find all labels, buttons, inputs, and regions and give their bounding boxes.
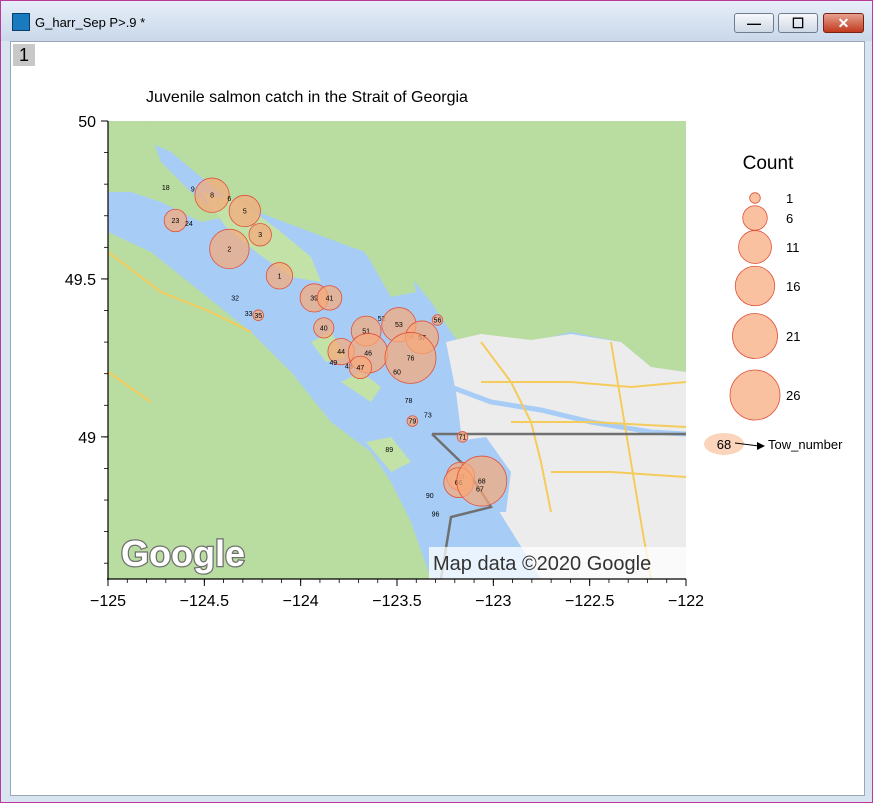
tow-label-35: 35 bbox=[254, 313, 262, 320]
x-tick-label: −123.5 bbox=[372, 593, 421, 610]
legend-bubble-26 bbox=[729, 369, 781, 421]
y-tick-label: 49 bbox=[78, 430, 96, 447]
tow-label-8: 8 bbox=[210, 193, 214, 200]
tow-key-label: Tow_number bbox=[768, 437, 843, 452]
legend-title: Count bbox=[743, 153, 794, 174]
tow-label-90: 90 bbox=[426, 493, 434, 500]
window-title: G_harr_Sep P>.9 * bbox=[35, 15, 146, 30]
x-tick-label: −124 bbox=[283, 593, 319, 610]
close-icon: ✕ bbox=[837, 15, 850, 31]
tow-label-44: 44 bbox=[337, 349, 345, 356]
tow-label-5: 5 bbox=[243, 209, 247, 216]
tow-label-6: 6 bbox=[227, 196, 231, 203]
tow-label-56: 56 bbox=[434, 317, 442, 324]
google-logo: Google bbox=[121, 533, 245, 574]
legend: Count161116212668 Tow_number bbox=[704, 153, 843, 455]
legend-bubble-21 bbox=[732, 313, 778, 359]
x-tick-label: −122 bbox=[668, 593, 704, 610]
x-tick-label: −123 bbox=[475, 593, 511, 610]
y-tick-label: 49.5 bbox=[65, 272, 96, 289]
graph-window-icon bbox=[12, 13, 30, 31]
x-tick-label: −125 bbox=[90, 593, 126, 610]
map-attribution: Map data ©2020 Google bbox=[433, 553, 651, 575]
tow-label-33: 33 bbox=[245, 311, 253, 318]
tow-label-60: 60 bbox=[393, 370, 401, 377]
x-tick-label: −122.5 bbox=[565, 593, 614, 610]
tow-label-41: 41 bbox=[326, 295, 334, 302]
minimize-button[interactable]: — bbox=[734, 13, 774, 33]
graph-page[interactable]: 1 Juvenile salmon catch in the Strait of… bbox=[10, 41, 865, 796]
graph-window: G_harr_Sep P>.9 * — ☐ ✕ 1 Juvenile salmo… bbox=[0, 0, 873, 803]
maximize-button[interactable]: ☐ bbox=[778, 13, 818, 33]
legend-label-26: 26 bbox=[786, 388, 800, 403]
tow-label-46: 46 bbox=[364, 351, 372, 358]
tow-key-arrowhead bbox=[757, 442, 765, 450]
tow-label-79: 79 bbox=[409, 419, 417, 426]
tow-key-sample: 68 bbox=[717, 437, 731, 452]
tow-label-53: 53 bbox=[395, 322, 403, 329]
minimize-icon: — bbox=[747, 15, 761, 31]
tow-label-3: 3 bbox=[258, 232, 262, 239]
tow-label-23: 23 bbox=[172, 218, 180, 225]
legend-label-16: 16 bbox=[786, 279, 800, 294]
tow-label-40: 40 bbox=[320, 325, 328, 332]
tow-label-32: 32 bbox=[231, 295, 239, 302]
bubble-map-chart[interactable]: Juvenile salmon catch in the Strait of G… bbox=[11, 42, 864, 795]
legend-bubble-1 bbox=[749, 192, 761, 204]
tow-label-2: 2 bbox=[227, 246, 231, 253]
legend-bubble-6 bbox=[742, 205, 768, 231]
tow-label-1: 1 bbox=[278, 273, 282, 280]
legend-bubble-11 bbox=[738, 230, 772, 264]
legend-label-21: 21 bbox=[786, 329, 800, 344]
tow-label-71: 71 bbox=[459, 434, 467, 441]
legend-label-1: 1 bbox=[786, 191, 793, 206]
tow-label-73: 73 bbox=[424, 412, 432, 419]
tow-label-9: 9 bbox=[191, 186, 195, 193]
layer-number-badge[interactable]: 1 bbox=[13, 44, 35, 66]
tow-label-76: 76 bbox=[407, 355, 415, 362]
tow-label-89: 89 bbox=[385, 447, 393, 454]
close-button[interactable]: ✕ bbox=[823, 13, 864, 33]
chart-title: Juvenile salmon catch in the Strait of G… bbox=[146, 89, 468, 106]
legend-label-6: 6 bbox=[786, 211, 793, 226]
legend-label-11: 11 bbox=[786, 240, 800, 255]
maximize-icon: ☐ bbox=[791, 15, 805, 31]
tow-label-18: 18 bbox=[162, 185, 170, 192]
legend-bubble-16 bbox=[734, 265, 776, 307]
x-tick-label: −124.5 bbox=[180, 593, 229, 610]
tow-label-49: 49 bbox=[330, 360, 338, 367]
tow-label-24: 24 bbox=[185, 221, 193, 228]
title-bar[interactable]: G_harr_Sep P>.9 * — ☐ ✕ bbox=[1, 1, 872, 41]
tow-label-78: 78 bbox=[405, 398, 413, 405]
tow-label-68: 68 bbox=[478, 479, 486, 486]
y-tick-label: 50 bbox=[78, 114, 96, 131]
tow-label-47: 47 bbox=[356, 365, 364, 372]
map-logo: Google bbox=[120, 532, 247, 576]
tow-label-67: 67 bbox=[476, 486, 484, 493]
tow-label-96: 96 bbox=[432, 512, 440, 519]
